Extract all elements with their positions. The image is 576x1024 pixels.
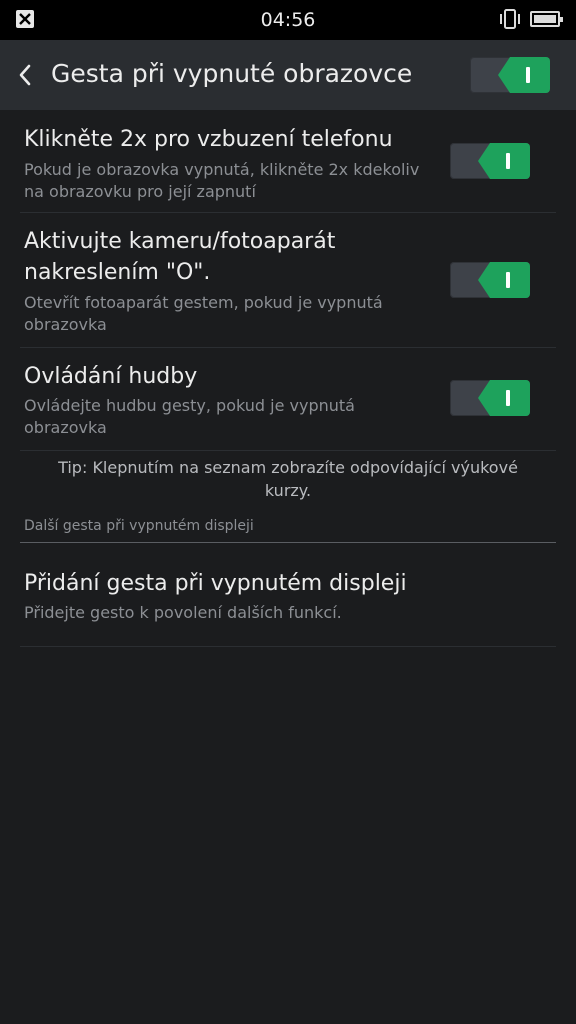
phone-vibrate-icon: [500, 9, 520, 29]
setting-subtitle: Otevřít fotoaparát gestem, pokud je vypn…: [24, 293, 383, 312]
divider: [20, 450, 556, 451]
setting-camera-gesture[interactable]: Aktivujte kameru/fotoaparát nakreslením …: [0, 213, 576, 347]
chevron-left-icon[interactable]: [16, 63, 34, 87]
status-time: 04:56: [260, 9, 316, 31]
page-title: Gesta při vypnuté obrazovce: [51, 59, 413, 88]
setting-double-tap-wake[interactable]: Klikněte 2x pro vzbuzení telefonu Pokud …: [0, 110, 576, 213]
battery-full-icon: [530, 11, 563, 27]
music-control-toggle[interactable]: [450, 380, 530, 416]
setting-title: nakreslením "O".: [24, 260, 211, 285]
setting-music-control[interactable]: Ovládání hudby Ovládejte hudbu gesty, po…: [0, 348, 576, 450]
app-bar: Gesta při vypnuté obrazovce: [0, 40, 576, 110]
camera-gesture-toggle[interactable]: [450, 262, 530, 298]
setting-title: Aktivujte kameru/fotoaparát: [24, 229, 336, 254]
setting-subtitle: Pokud je obrazovka vypnutá, klikněte 2x …: [24, 160, 420, 179]
section-header: Další gesta při vypnutém displeji: [24, 518, 254, 534]
master-toggle[interactable]: [470, 57, 550, 93]
setting-subtitle: na obrazovku pro její zapnutí: [24, 182, 256, 201]
setting-subtitle: obrazovka: [24, 418, 107, 437]
divider: [20, 646, 556, 647]
setting-title: Klikněte 2x pro vzbuzení telefonu: [24, 127, 393, 152]
setting-title: Ovládání hudby: [24, 364, 198, 389]
add-gesture-subtitle: Přidejte gesto k povolení dalších funkcí…: [24, 603, 342, 622]
double-tap-toggle[interactable]: [450, 143, 530, 179]
tip-text[interactable]: Tip: Klepnutím na seznam zobrazíte odpov…: [30, 456, 546, 502]
setting-subtitle: obrazovka: [24, 315, 107, 334]
status-bar: 04:56: [0, 0, 576, 40]
add-gesture-item[interactable]: Přidání gesta při vypnutém displeji Přid…: [0, 543, 576, 646]
add-gesture-title: Přidání gesta při vypnutém displeji: [24, 571, 407, 596]
setting-subtitle: Ovládejte hudbu gesty, pokud je vypnutá: [24, 396, 355, 415]
